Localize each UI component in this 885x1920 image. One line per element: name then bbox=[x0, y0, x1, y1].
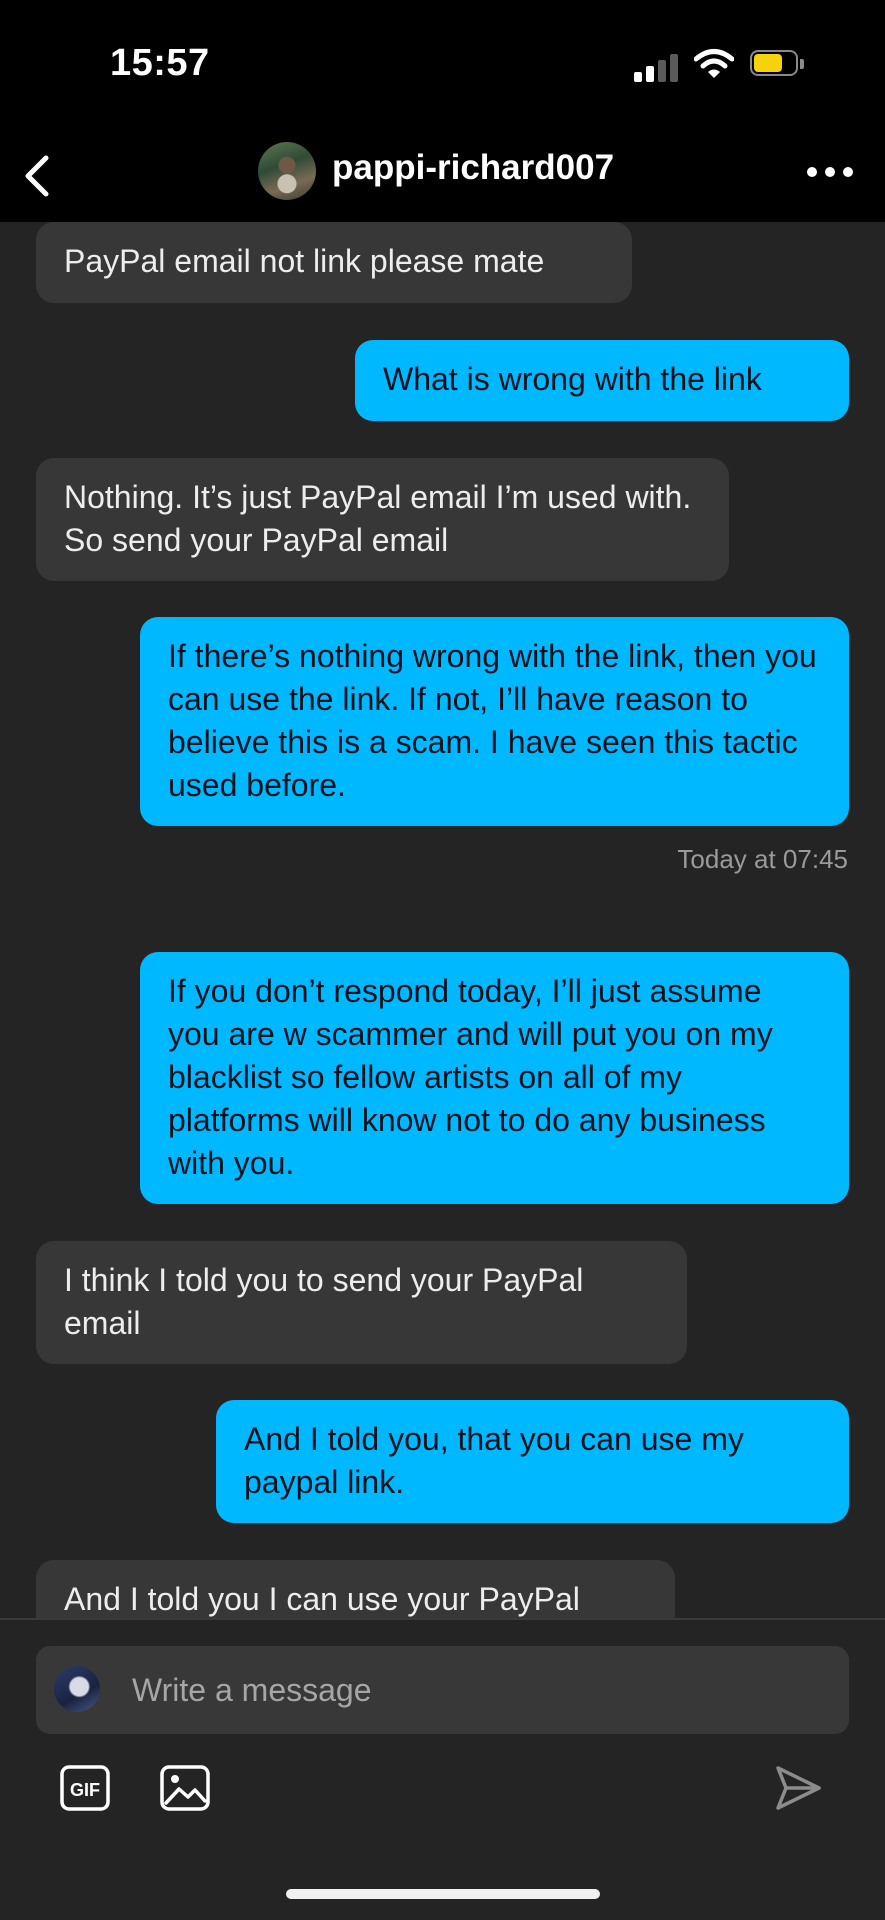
signal-bar bbox=[646, 66, 654, 82]
incoming-message: And I told you I can use your PayPal bbox=[36, 1560, 675, 1618]
composer-divider bbox=[0, 1618, 885, 1620]
status-time: 15:57 bbox=[110, 42, 210, 84]
more-options-icon[interactable] bbox=[800, 150, 860, 194]
message-input[interactable] bbox=[132, 1666, 822, 1714]
user-avatar bbox=[54, 1666, 100, 1712]
signal-bar bbox=[658, 60, 666, 82]
contact-username[interactable]: pappi-richard007 bbox=[332, 148, 614, 188]
send-icon[interactable] bbox=[772, 1762, 824, 1814]
conversation-header: pappi-richard007 bbox=[0, 130, 885, 222]
gif-label: GIF bbox=[70, 1780, 100, 1800]
message-list[interactable]: PayPal email not link please mate What i… bbox=[0, 222, 885, 1618]
wifi-icon bbox=[694, 49, 734, 78]
image-upload-icon[interactable] bbox=[160, 1765, 210, 1811]
incoming-message: Nothing. It’s just PayPal email I’m used… bbox=[36, 458, 729, 581]
signal-bar bbox=[634, 72, 642, 82]
signal-bar bbox=[670, 54, 678, 82]
home-indicator[interactable] bbox=[286, 1889, 600, 1899]
battery-icon bbox=[750, 50, 806, 78]
contact-avatar[interactable] bbox=[258, 142, 316, 200]
message-timestamp: Today at 07:45 bbox=[677, 844, 848, 874]
outgoing-message: And I told you, that you can use my payp… bbox=[216, 1400, 849, 1523]
back-button[interactable] bbox=[14, 148, 64, 204]
battery-level bbox=[754, 54, 782, 72]
gif-button[interactable]: GIF bbox=[60, 1765, 110, 1811]
outgoing-message: If there’s nothing wrong with the link, … bbox=[140, 617, 849, 826]
message-composer bbox=[36, 1646, 849, 1734]
status-bar: 15:57 bbox=[0, 0, 885, 130]
outgoing-message: If you don’t respond today, I’ll just as… bbox=[140, 952, 849, 1204]
incoming-message: PayPal email not link please mate bbox=[36, 222, 632, 303]
incoming-message: I think I told you to send your PayPal e… bbox=[36, 1241, 687, 1364]
signal-strength-icon bbox=[634, 52, 680, 82]
outgoing-message: What is wrong with the link bbox=[355, 340, 849, 421]
